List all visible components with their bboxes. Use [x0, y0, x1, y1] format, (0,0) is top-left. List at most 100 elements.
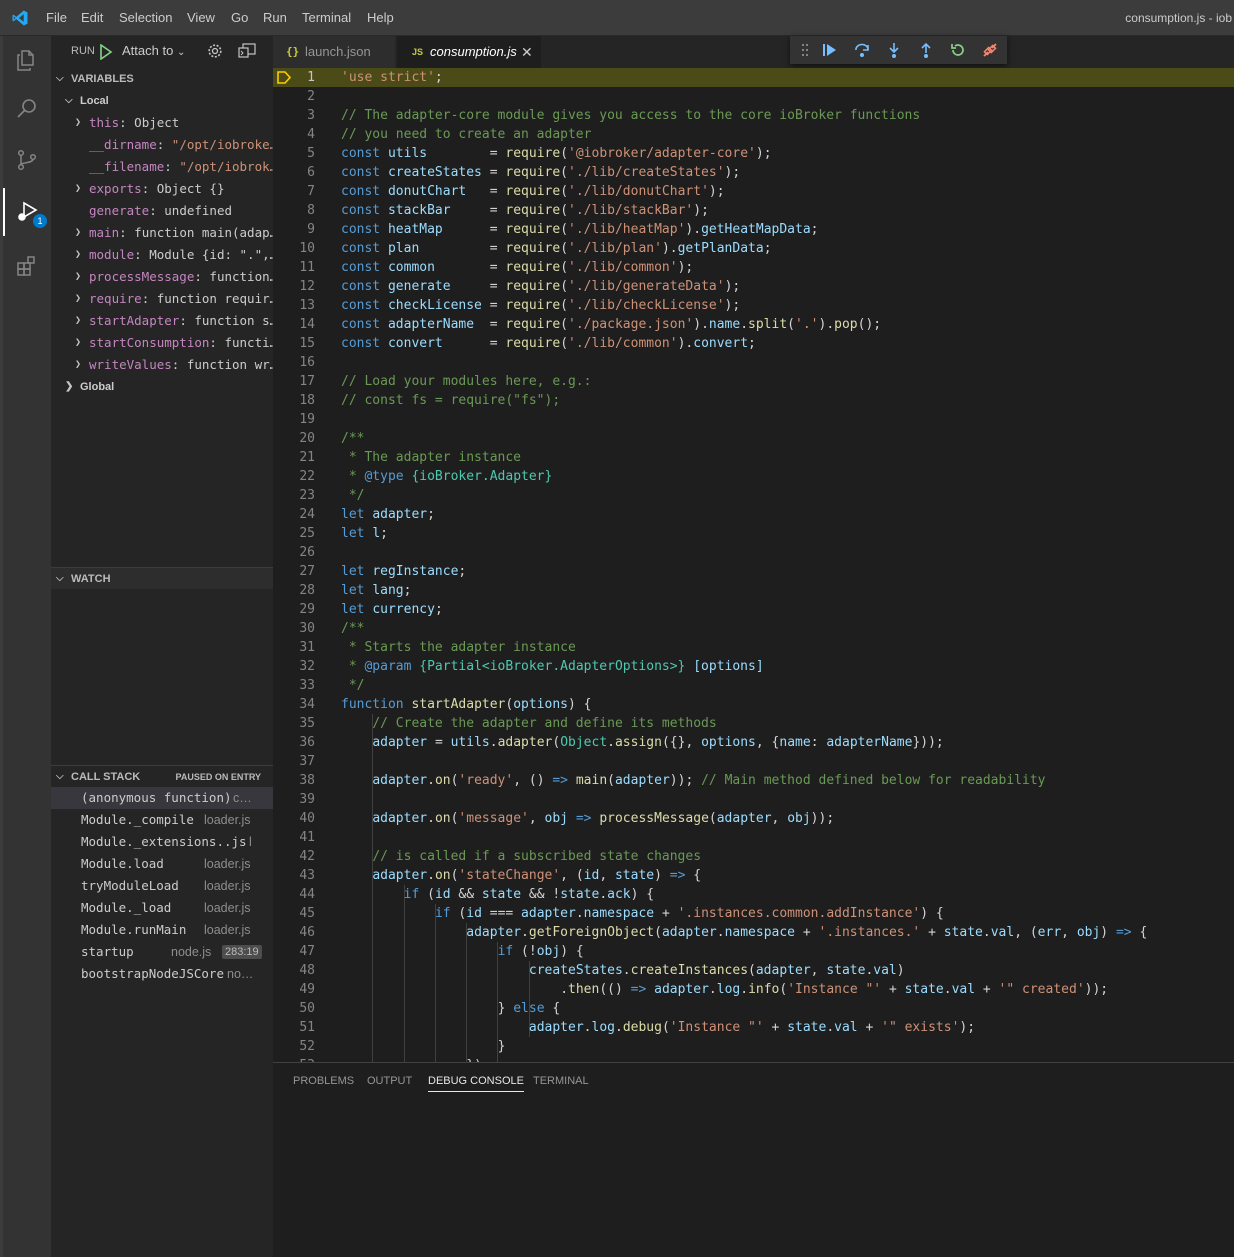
code-line[interactable]: 13 const checkLicense = require('./lib/ch… [273, 296, 1234, 315]
source-control-icon[interactable] [3, 136, 51, 184]
gear-icon[interactable] [207, 43, 223, 59]
code-line[interactable]: 26 [273, 543, 1234, 562]
code-line[interactable]: 43 adapter.on('stateChange', (id, state)… [273, 866, 1234, 885]
step-out-icon[interactable] [917, 41, 935, 59]
call-stack-header[interactable]: ⌵ CALL STACK PAUSED ON ENTRY [51, 765, 273, 787]
menu-edit[interactable]: Edit [81, 10, 103, 25]
code-line[interactable]: 51 adapter.log.debug('Instance "' + stat… [273, 1018, 1234, 1037]
menu-selection[interactable]: Selection [119, 10, 172, 25]
menu-help[interactable]: Help [367, 10, 394, 25]
code-line[interactable]: 49 .then(() => adapter.log.info('Instanc… [273, 980, 1234, 999]
extensions-icon[interactable] [3, 242, 51, 290]
code-line[interactable]: 52 } [273, 1037, 1234, 1056]
tab-terminal[interactable]: TERMINAL [533, 1075, 589, 1087]
code-line[interactable]: 44 if (id && state && !state.ack) { [273, 885, 1234, 904]
code-line[interactable]: 15 const convert = require('./lib/common'… [273, 334, 1234, 353]
stack-frame[interactable]: bootstrapNodeJSCore no… [51, 963, 273, 985]
code-line[interactable]: 47 if (!obj) { [273, 942, 1234, 961]
menu-terminal[interactable]: Terminal [302, 10, 351, 25]
variable-row[interactable]: ❯ processMessage: function… [51, 266, 273, 288]
code-line[interactable]: 38 adapter.on('ready', () => main(adapte… [273, 771, 1234, 790]
variables-header[interactable]: ⌵ VARIABLES [51, 68, 273, 90]
variable-row[interactable]: ❯ this: Object [51, 112, 273, 134]
code-line[interactable]: 10 const plan = require('./lib/plan').get… [273, 239, 1234, 258]
code-line[interactable]: 21 * The adapter instance [273, 448, 1234, 467]
stack-frame[interactable]: Module.runMain loader.js [51, 919, 273, 941]
start-debugging-icon[interactable] [99, 44, 113, 60]
code-line[interactable]: 34 function startAdapter(options) { [273, 695, 1234, 714]
scope-global[interactable]: ❯ Global [51, 376, 273, 398]
code-line[interactable]: 11 const common = require('./lib/common')… [273, 258, 1234, 277]
stack-frame[interactable]: Module.load loader.js [51, 853, 273, 875]
code-line[interactable]: 30 /** [273, 619, 1234, 638]
menu-go[interactable]: Go [231, 10, 248, 25]
variable-row[interactable]: ❯ require: function requir… [51, 288, 273, 310]
code-line[interactable]: 22 * @type {ioBroker.Adapter} [273, 467, 1234, 486]
drag-handle-icon[interactable] [796, 41, 814, 59]
code-line[interactable]: 33 */ [273, 676, 1234, 695]
stack-frame[interactable]: Module._compile loader.js [51, 809, 273, 831]
code-line[interactable]: 39 [273, 790, 1234, 809]
code-line[interactable]: 18 // const fs = require("fs"); [273, 391, 1234, 410]
close-icon[interactable]: ✕ [521, 36, 533, 68]
restart-icon[interactable] [949, 41, 967, 59]
variable-row[interactable]: ❯ main: function main(adap… [51, 222, 273, 244]
code-line[interactable]: 46 adapter.getForeignObject(adapter.name… [273, 923, 1234, 942]
code-line[interactable]: 1 'use strict'; [273, 68, 1234, 87]
code-line[interactable]: 5 const utils = require('@iobroker/adapte… [273, 144, 1234, 163]
code-line[interactable]: 14 const adapterName = require('./package… [273, 315, 1234, 334]
menu-file[interactable]: File [46, 10, 67, 25]
code-line[interactable]: 20 /** [273, 429, 1234, 448]
stack-frame[interactable]: tryModuleLoad loader.js [51, 875, 273, 897]
step-over-icon[interactable] [853, 41, 871, 59]
code-line[interactable]: 23 */ [273, 486, 1234, 505]
code-line[interactable]: 12 const generate = require('./lib/genera… [273, 277, 1234, 296]
menu-run[interactable]: Run [263, 10, 287, 25]
search-icon[interactable] [3, 84, 51, 132]
tab-output[interactable]: OUTPUT [367, 1075, 412, 1087]
code-line[interactable]: 50 } else { [273, 999, 1234, 1018]
variable-row[interactable]: ❯ startAdapter: function s… [51, 310, 273, 332]
variable-row[interactable]: ❯ startConsumption: functi… [51, 332, 273, 354]
code-line[interactable]: 6 const createStates = require('./lib/cre… [273, 163, 1234, 182]
code-line[interactable]: 36 adapter = utils.adapter(Object.assign… [273, 733, 1234, 752]
variable-row[interactable]: ❯ exports: Object {} [51, 178, 273, 200]
variable-row[interactable]: ❯ module: Module {id: ".",… [51, 244, 273, 266]
code-line[interactable]: 4 // you need to create an adapter [273, 125, 1234, 144]
code-line[interactable]: 32 * @param {Partial<ioBroker.AdapterOpt… [273, 657, 1234, 676]
tab-debug-console[interactable]: DEBUG CONSOLE [428, 1075, 524, 1092]
variable-row[interactable]: __filename: "/opt/iobrok… [51, 156, 273, 178]
tab-problems[interactable]: PROBLEMS [293, 1075, 354, 1087]
code-line[interactable]: 24 let adapter; [273, 505, 1234, 524]
code-line[interactable]: 9 const heatMap = require('./lib/heatMap'… [273, 220, 1234, 239]
code-line[interactable]: 37 [273, 752, 1234, 771]
code-line[interactable]: 27 let regInstance; [273, 562, 1234, 581]
launch-config-select[interactable]: Attach to ⌄ [122, 43, 185, 58]
variable-row[interactable]: __dirname: "/opt/iobroke… [51, 134, 273, 156]
code-line[interactable]: 40 adapter.on('message', obj => processM… [273, 809, 1234, 828]
tab-launch-json[interactable]: {} launch.json [273, 36, 396, 68]
run-debug-icon[interactable]: 1 [3, 188, 51, 236]
code-line[interactable]: 16 [273, 353, 1234, 372]
code-line[interactable]: 19 [273, 410, 1234, 429]
code-line[interactable]: 29 let currency; [273, 600, 1234, 619]
tab-consumption-js[interactable]: JS consumption.js ✕ [397, 36, 541, 68]
code-line[interactable]: 17 // Load your modules here, e.g.: [273, 372, 1234, 391]
debug-console-icon[interactable] [238, 43, 256, 59]
variable-row[interactable]: ❯ writeValues: function wr… [51, 354, 273, 376]
code-line[interactable]: 31 * Starts the adapter instance [273, 638, 1234, 657]
continue-icon[interactable] [821, 41, 839, 59]
stack-frame[interactable]: Module._extensions..js l [51, 831, 273, 853]
scope-local[interactable]: ⌵ Local [51, 90, 273, 112]
code-line[interactable]: 7 const donutChart = require('./lib/donut… [273, 182, 1234, 201]
code-line[interactable]: 25 let l; [273, 524, 1234, 543]
disconnect-icon[interactable] [981, 41, 999, 59]
variable-row[interactable]: generate: undefined [51, 200, 273, 222]
watch-header[interactable]: ⌵ WATCH [51, 567, 273, 589]
code-line[interactable]: 41 [273, 828, 1234, 847]
stack-frame[interactable]: startup node.js 283:19 [51, 941, 273, 963]
code-line[interactable]: 28 let lang; [273, 581, 1234, 600]
code-line[interactable]: 42 // is called if a subscribed state ch… [273, 847, 1234, 866]
code-line[interactable]: 8 const stackBar = require('./lib/stackBa… [273, 201, 1234, 220]
code-line[interactable]: 48 createStates.createInstances(adapter,… [273, 961, 1234, 980]
